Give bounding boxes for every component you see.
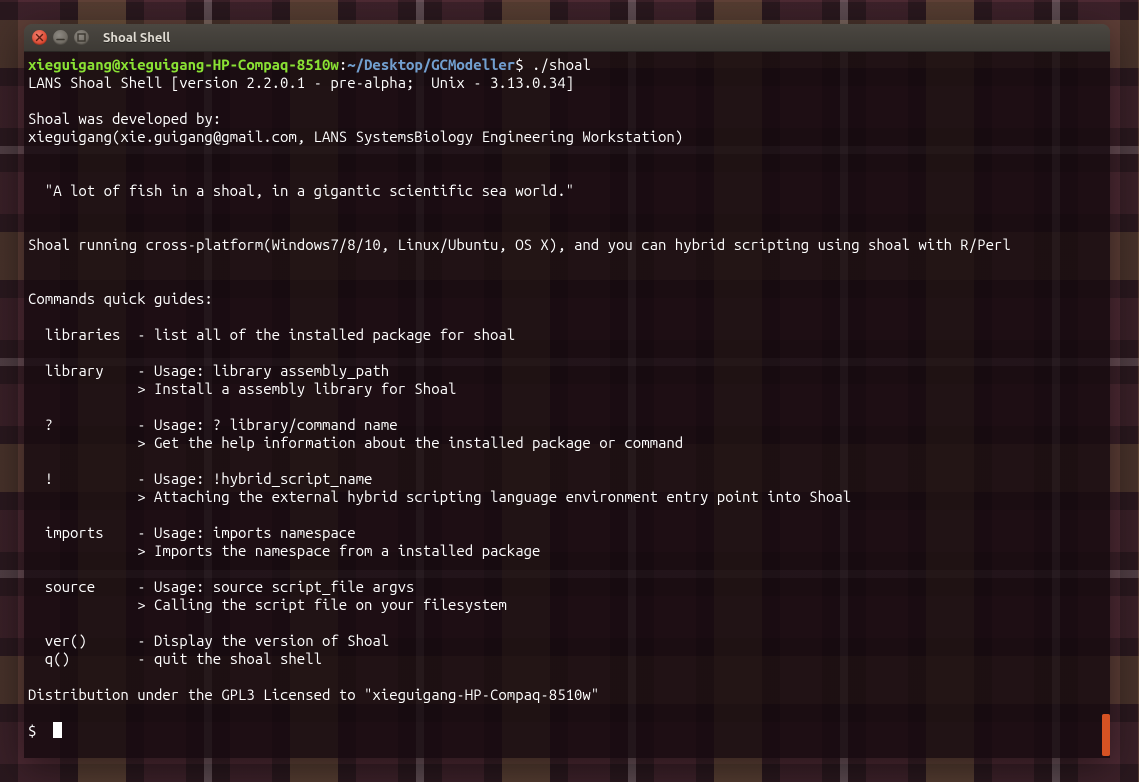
- guide-library-2: > Install a assembly library for Shoal: [28, 380, 456, 397]
- guide-bang-2: > Attaching the external hybrid scriptin…: [28, 488, 851, 505]
- window-title: Shoal Shell: [103, 31, 170, 45]
- shell-prompt-symbol: $: [28, 722, 53, 739]
- prompt-path: ~/Desktop/GCModeller: [347, 56, 515, 73]
- line-author: xieguigang(xie.guigang@gmail.com, LANS S…: [28, 128, 683, 145]
- prompt-sep1: :: [339, 56, 347, 73]
- terminal-window: Shoal Shell xieguigang@xieguigang-HP-Com…: [24, 24, 1110, 758]
- close-icon[interactable]: [32, 30, 47, 45]
- line-guides-hdr: Commands quick guides:: [28, 290, 213, 307]
- minimize-icon[interactable]: [53, 30, 68, 45]
- prompt-command: ./shoal: [532, 56, 591, 73]
- guide-ver: ver() - Display the version of Shoal: [28, 632, 389, 649]
- cursor-icon: [53, 722, 62, 738]
- terminal-output: xieguigang@xieguigang-HP-Compaq-8510w:~/…: [28, 56, 1106, 740]
- guide-q-1: ? - Usage: ? library/command name: [28, 416, 398, 433]
- prompt-userhost: xieguigang@xieguigang-HP-Compaq-8510w: [28, 56, 339, 73]
- terminal-scrollbar[interactable]: [1102, 714, 1110, 756]
- guide-q-2: > Get the help information about the ins…: [28, 434, 683, 451]
- guide-imports-1: imports - Usage: imports namespace: [28, 524, 356, 541]
- window-titlebar[interactable]: Shoal Shell: [24, 24, 1110, 52]
- line-quote: "A lot of fish in a shoal, in a gigantic…: [28, 182, 574, 199]
- line-devby: Shoal was developed by:: [28, 110, 221, 127]
- maximize-icon[interactable]: [74, 30, 89, 45]
- line-crossplat: Shoal running cross-platform(Windows7/8/…: [28, 236, 1011, 253]
- guide-libraries: libraries - list all of the installed pa…: [28, 326, 515, 343]
- guide-source-1: source - Usage: source script_file argvs: [28, 578, 414, 595]
- terminal-body[interactable]: xieguigang@xieguigang-HP-Compaq-8510w:~/…: [24, 52, 1110, 758]
- line-distribution: Distribution under the GPL3 Licensed to …: [28, 686, 599, 703]
- prompt-sep2: $: [515, 56, 532, 73]
- guide-bang-1: ! - Usage: !hybrid_script_name: [28, 470, 372, 487]
- guide-source-2: > Calling the script file on your filesy…: [28, 596, 507, 613]
- guide-library-1: library - Usage: library assembly_path: [28, 362, 389, 379]
- guide-imports-2: > Imports the namespace from a installed…: [28, 542, 540, 559]
- line-version: LANS Shoal Shell [version 2.2.0.1 - pre-…: [28, 74, 574, 91]
- guide-quit: q() - quit the shoal shell: [28, 650, 322, 667]
